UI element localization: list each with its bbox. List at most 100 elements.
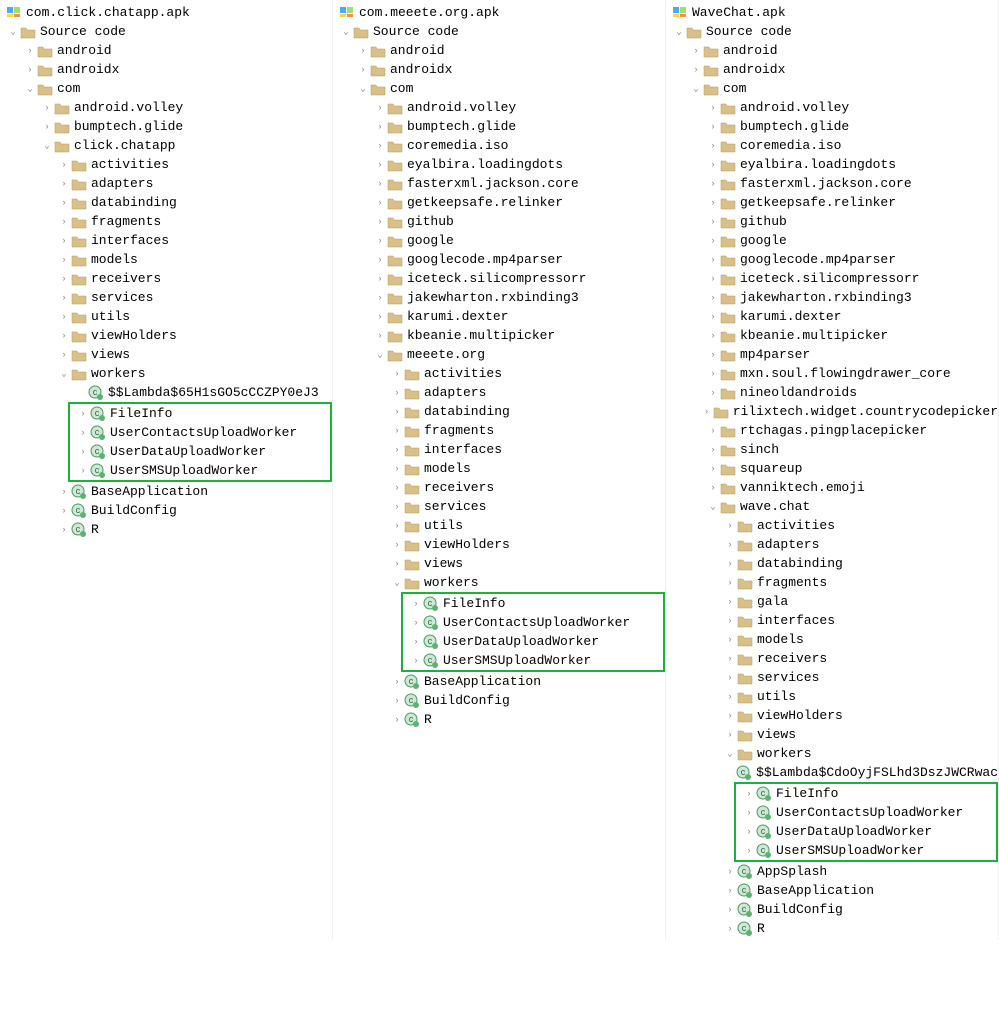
tree-folder[interactable]: receivers (666, 649, 998, 668)
tree-folder[interactable]: adapters (0, 174, 332, 193)
tree-folder[interactable]: services (0, 288, 332, 307)
tree-folder[interactable]: coremedia.iso (333, 136, 665, 155)
tree-folder[interactable]: viewHolders (666, 706, 998, 725)
tree-folder[interactable]: views (666, 725, 998, 744)
tree-folder[interactable]: android.volley (666, 98, 998, 117)
chevron-right-icon[interactable] (691, 65, 701, 75)
tree-folder[interactable]: androidx (333, 60, 665, 79)
chevron-down-icon[interactable] (59, 369, 69, 379)
chevron-right-icon[interactable] (708, 483, 718, 493)
chevron-right-icon[interactable] (411, 637, 421, 647)
tree-class[interactable]: cUserDataUploadWorker (70, 442, 331, 461)
tree-folder[interactable]: activities (0, 155, 332, 174)
chevron-right-icon[interactable] (725, 635, 735, 645)
chevron-right-icon[interactable] (375, 274, 385, 284)
chevron-down-icon[interactable] (708, 502, 718, 512)
chevron-right-icon[interactable] (725, 924, 735, 934)
tree-folder[interactable]: androidx (666, 60, 998, 79)
chevron-right-icon[interactable] (708, 312, 718, 322)
tree-folder[interactable]: github (666, 212, 998, 231)
tree-folder[interactable]: models (0, 250, 332, 269)
chevron-right-icon[interactable] (725, 521, 735, 531)
chevron-right-icon[interactable] (392, 445, 402, 455)
tree-folder[interactable]: services (666, 668, 998, 687)
tree-folder[interactable]: services (333, 497, 665, 516)
tree-folder[interactable]: kbeanie.multipicker (666, 326, 998, 345)
chevron-right-icon[interactable] (375, 141, 385, 151)
tree-folder[interactable]: viewHolders (333, 535, 665, 554)
tree-class[interactable]: cFileInfo (403, 594, 664, 613)
chevron-right-icon[interactable] (392, 502, 402, 512)
chevron-right-icon[interactable] (59, 350, 69, 360)
chevron-right-icon[interactable] (375, 312, 385, 322)
chevron-down-icon[interactable] (392, 578, 402, 588)
tree-class[interactable]: cUserContactsUploadWorker (736, 803, 997, 822)
tree-class[interactable]: cUserContactsUploadWorker (403, 613, 664, 632)
chevron-right-icon[interactable] (392, 540, 402, 550)
tree-folder[interactable]: mp4parser (666, 345, 998, 364)
tree-folder[interactable]: karumi.dexter (666, 307, 998, 326)
chevron-right-icon[interactable] (392, 696, 402, 706)
chevron-right-icon[interactable] (375, 255, 385, 265)
tree-folder[interactable]: receivers (0, 269, 332, 288)
tree-class[interactable]: cBaseApplication (666, 881, 998, 900)
tree-folder[interactable]: Source code (666, 22, 998, 41)
chevron-down-icon[interactable] (691, 84, 701, 94)
chevron-right-icon[interactable] (78, 447, 88, 457)
chevron-right-icon[interactable] (708, 179, 718, 189)
tree-folder[interactable]: android.volley (0, 98, 332, 117)
tree-folder[interactable]: fragments (666, 573, 998, 592)
tree-folder[interactable]: com (0, 79, 332, 98)
tree-folder[interactable]: viewHolders (0, 326, 332, 345)
apk-root-header[interactable]: WaveChat.apk (666, 2, 998, 22)
chevron-right-icon[interactable] (725, 654, 735, 664)
chevron-right-icon[interactable] (59, 525, 69, 535)
chevron-right-icon[interactable] (708, 255, 718, 265)
chevron-right-icon[interactable] (725, 905, 735, 915)
tree-folder[interactable]: adapters (333, 383, 665, 402)
tree-folder[interactable]: android.volley (333, 98, 665, 117)
apk-root-header[interactable]: com.click.chatapp.apk (0, 2, 332, 22)
chevron-right-icon[interactable] (708, 426, 718, 436)
chevron-right-icon[interactable] (708, 160, 718, 170)
tree-folder[interactable]: googlecode.mp4parser (333, 250, 665, 269)
tree-folder[interactable]: fragments (0, 212, 332, 231)
tree-folder[interactable]: fragments (333, 421, 665, 440)
chevron-right-icon[interactable] (392, 388, 402, 398)
chevron-right-icon[interactable] (725, 867, 735, 877)
tree-folder[interactable]: sinch (666, 440, 998, 459)
chevron-right-icon[interactable] (725, 730, 735, 740)
chevron-right-icon[interactable] (708, 350, 718, 360)
chevron-down-icon[interactable] (375, 350, 385, 360)
chevron-down-icon[interactable] (341, 27, 351, 37)
chevron-right-icon[interactable] (25, 65, 35, 75)
tree-folder[interactable]: workers (0, 364, 332, 383)
tree-class[interactable]: cBuildConfig (333, 691, 665, 710)
tree-folder[interactable]: rtchagas.pingplacepicker (666, 421, 998, 440)
tree-class[interactable]: cAppSplash (666, 862, 998, 881)
chevron-right-icon[interactable] (59, 255, 69, 265)
tree-folder[interactable]: jakewharton.rxbinding3 (333, 288, 665, 307)
tree-folder[interactable]: workers (666, 744, 998, 763)
tree-folder[interactable]: utils (333, 516, 665, 535)
chevron-right-icon[interactable] (59, 160, 69, 170)
chevron-right-icon[interactable] (59, 217, 69, 227)
tree-folder[interactable]: models (666, 630, 998, 649)
chevron-right-icon[interactable] (358, 65, 368, 75)
tree-folder[interactable]: bumptech.glide (0, 117, 332, 136)
tree-folder[interactable]: databinding (0, 193, 332, 212)
tree-folder[interactable]: android (0, 41, 332, 60)
chevron-right-icon[interactable] (392, 559, 402, 569)
chevron-right-icon[interactable] (375, 236, 385, 246)
chevron-right-icon[interactable] (375, 198, 385, 208)
tree-folder[interactable]: nineoldandroids (666, 383, 998, 402)
tree-folder[interactable]: interfaces (666, 611, 998, 630)
tree-class[interactable]: cR (333, 710, 665, 729)
tree-folder[interactable]: jakewharton.rxbinding3 (666, 288, 998, 307)
chevron-right-icon[interactable] (392, 715, 402, 725)
chevron-right-icon[interactable] (725, 540, 735, 550)
chevron-down-icon[interactable] (25, 84, 35, 94)
chevron-right-icon[interactable] (411, 599, 421, 609)
chevron-right-icon[interactable] (375, 293, 385, 303)
chevron-right-icon[interactable] (392, 464, 402, 474)
